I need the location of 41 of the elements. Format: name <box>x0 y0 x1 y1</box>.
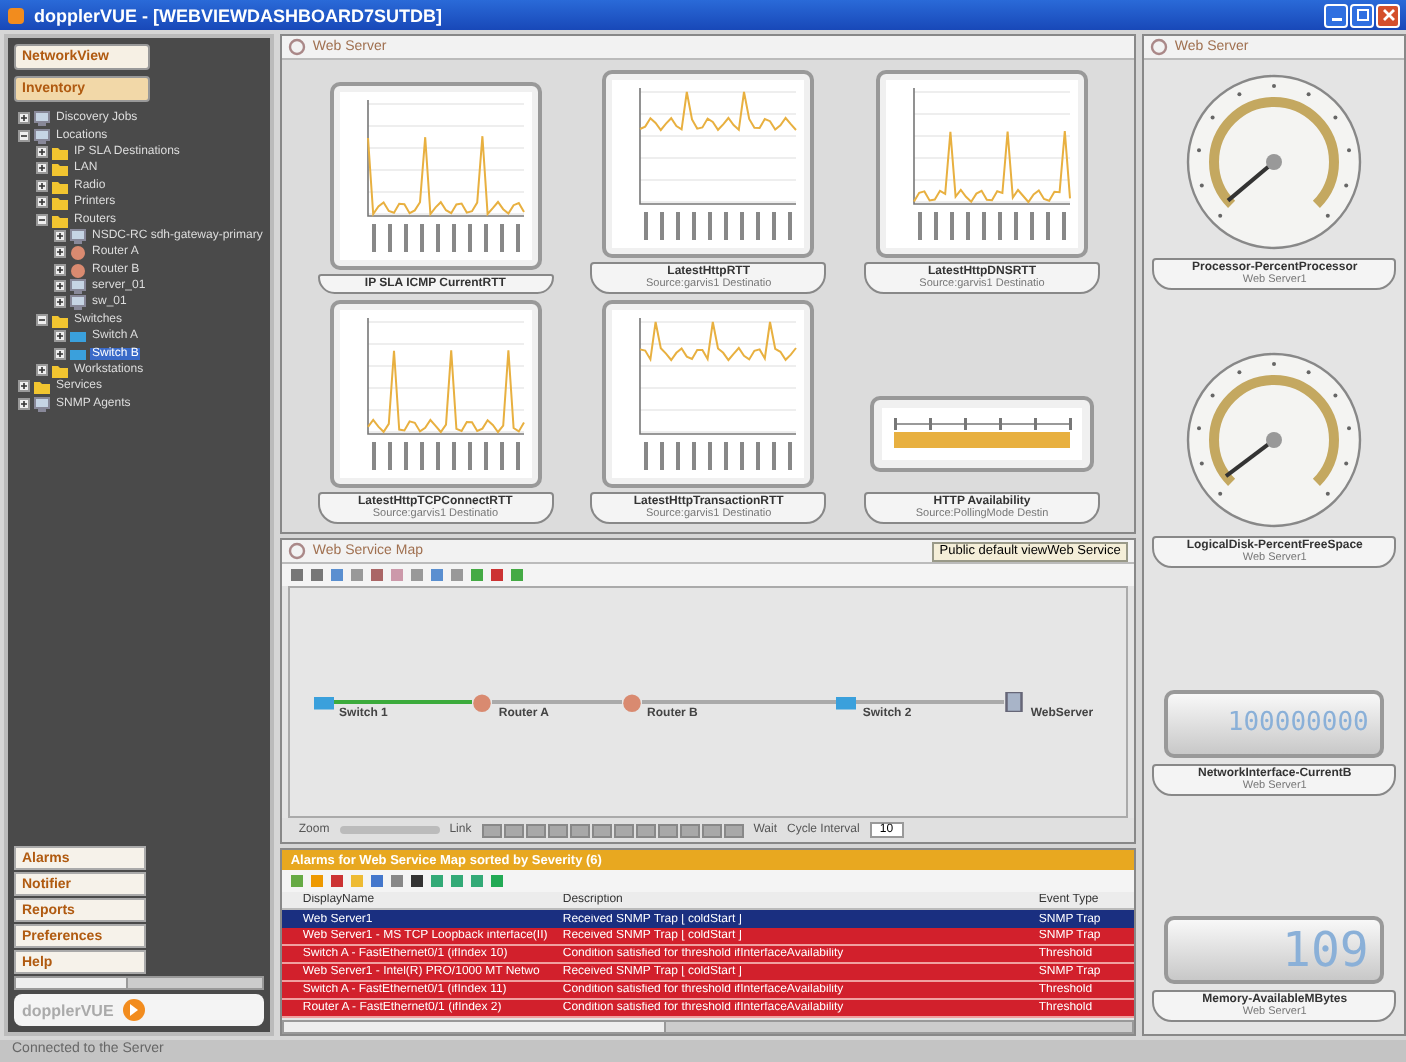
expand-icon[interactable] <box>54 280 66 293</box>
expand-icon[interactable] <box>54 263 66 276</box>
close-button[interactable] <box>1376 3 1400 27</box>
horizontal-scrollbar[interactable] <box>14 976 265 990</box>
expand-icon[interactable] <box>18 112 30 125</box>
minimize-button[interactable] <box>1324 3 1348 27</box>
expand-icon[interactable] <box>18 397 30 410</box>
collapse-icon[interactable] <box>36 313 48 326</box>
panel-icon <box>288 542 307 560</box>
expand-icon[interactable] <box>54 246 66 259</box>
switch-icon <box>313 692 334 712</box>
computer-icon <box>34 395 50 412</box>
window-title: dopplerVUE - [WEBVIEWDASHBOARD7SUTDB] <box>34 5 442 25</box>
display-value: 100000000 <box>1227 708 1369 739</box>
switch-icon <box>836 692 857 712</box>
expand-icon[interactable] <box>36 179 48 192</box>
maximize-icon <box>1353 6 1371 24</box>
app-icon <box>6 5 26 25</box>
panel-icon <box>1150 38 1169 56</box>
collapse-icon[interactable] <box>18 129 30 142</box>
expand-icon[interactable] <box>54 296 66 309</box>
router-icon <box>472 692 493 712</box>
panel-icon <box>288 38 307 56</box>
horizontal-scrollbar[interactable] <box>282 1020 1135 1034</box>
expand-icon[interactable] <box>36 196 48 209</box>
expand-icon[interactable] <box>54 347 66 360</box>
logo-text: dopplerVUE <box>22 1001 114 1019</box>
computer-icon <box>70 227 86 244</box>
expand-icon[interactable] <box>18 380 30 393</box>
expand-icon[interactable] <box>36 162 48 175</box>
collapse-icon[interactable] <box>36 213 48 226</box>
expand-icon[interactable] <box>54 330 66 343</box>
maximize-button[interactable] <box>1350 3 1374 27</box>
expand-icon[interactable] <box>36 145 48 158</box>
close-icon <box>1379 6 1397 24</box>
display-value: 109 <box>1282 921 1369 978</box>
server-icon <box>1004 692 1025 712</box>
router-icon <box>621 692 642 712</box>
folder-icon <box>52 311 68 328</box>
expand-icon[interactable] <box>54 229 66 242</box>
expand-icon[interactable] <box>36 364 48 377</box>
